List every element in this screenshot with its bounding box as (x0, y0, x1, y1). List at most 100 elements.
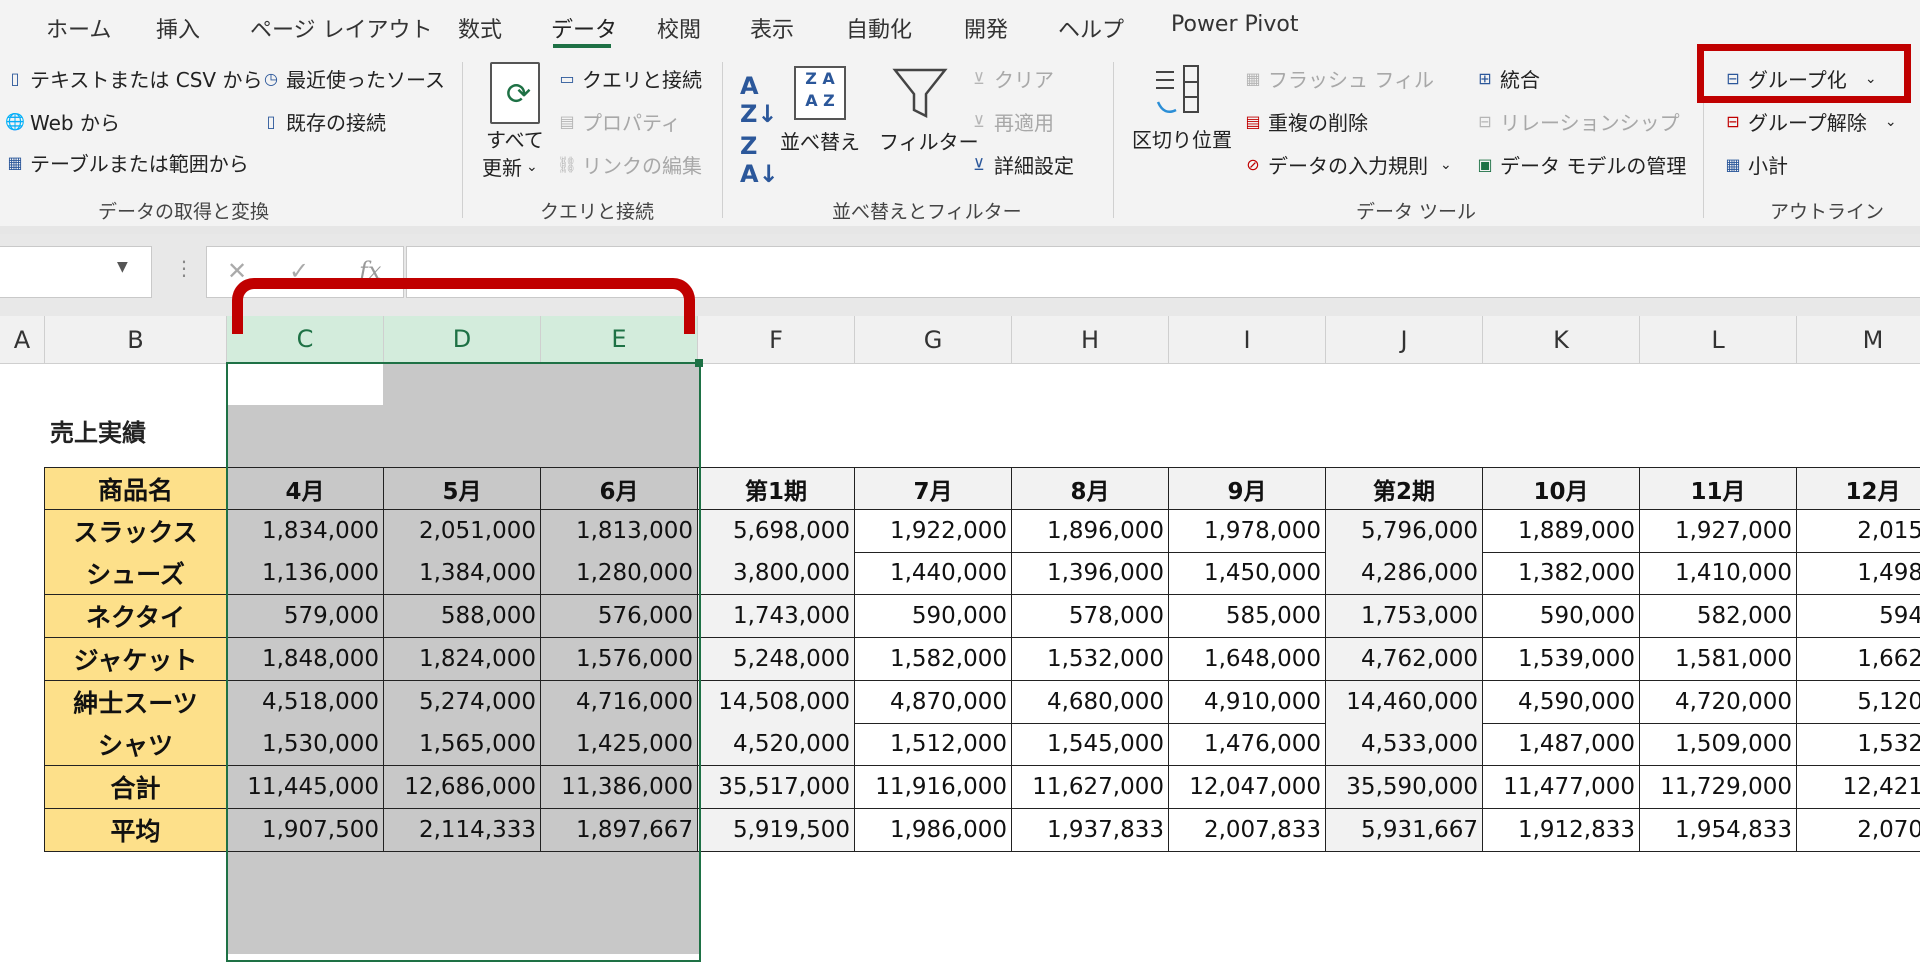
table-cell[interactable]: 11,627,000 (1012, 765, 1169, 809)
table-cell[interactable]: 1,545,000 (1012, 723, 1169, 767)
table-cell[interactable]: 5,796,000 (1326, 509, 1483, 553)
row-label-cell[interactable]: シューズ (44, 552, 227, 596)
table-cell[interactable]: 14,460,000 (1326, 680, 1483, 724)
table-cell[interactable]: 5,698,000 (698, 509, 855, 553)
table-cell[interactable]: 11,477,000 (1483, 765, 1640, 809)
table-cell[interactable]: 2,015,0 (1797, 510, 1920, 553)
from-text-csv-button[interactable]: ▯ テキストまたは CSV から (4, 64, 263, 93)
consolidate-button[interactable]: ⊞ 統合 (1474, 64, 1540, 93)
table-cell[interactable]: 4,286,000 (1326, 552, 1483, 596)
name-box[interactable]: ▼ (0, 246, 152, 298)
table-cell[interactable]: 1,648,000 (1169, 637, 1326, 681)
edit-links-button[interactable]: ⛓ リンクの編集 (556, 150, 702, 179)
remove-duplicates-button[interactable]: ▤ 重複の削除 (1242, 107, 1368, 136)
row-label-cell[interactable]: ネクタイ (44, 595, 227, 639)
table-cell[interactable]: 5,248,000 (698, 637, 855, 681)
tab-view[interactable]: 表示 (750, 12, 794, 44)
column-header-j[interactable]: J (1326, 316, 1483, 364)
table-cell[interactable]: 4,520,000 (698, 723, 855, 767)
tab-insert[interactable]: 挿入 (156, 12, 200, 44)
table-cell[interactable]: 1,450,000 (1169, 552, 1326, 596)
tab-page-layout[interactable]: ページ レイアウト (250, 12, 433, 44)
refresh-all-dropdown[interactable]: 更新 ⌄ (482, 152, 538, 181)
table-cell[interactable]: 4,590,000 (1483, 680, 1640, 724)
column-header-k[interactable]: K (1483, 316, 1640, 364)
column-header-f[interactable]: F (698, 316, 855, 364)
tab-home[interactable]: ホーム (46, 12, 111, 44)
table-cell[interactable]: 1,937,833 (1012, 808, 1169, 852)
table-header-cell[interactable]: 11月 (1640, 467, 1797, 510)
table-cell[interactable]: 1,912,833 (1483, 808, 1640, 852)
table-cell[interactable]: 1,662,0 (1797, 638, 1920, 681)
refresh-all-icon[interactable]: ⟳ (490, 62, 540, 124)
sort-button[interactable]: 並べ替え (780, 126, 860, 155)
table-cell[interactable]: 1,440,000 (855, 552, 1012, 596)
manage-data-model-button[interactable]: ▣ データ モデルの管理 (1474, 150, 1686, 179)
data-validation-button[interactable]: ⊘ データの入力規則 ⌄ (1242, 150, 1451, 179)
table-cell[interactable]: 35,517,000 (698, 765, 855, 809)
table-cell[interactable]: 5,120,0 (1797, 681, 1920, 724)
table-header-cell[interactable]: 第1期 (698, 467, 855, 510)
table-cell[interactable]: 1,954,833 (1640, 808, 1797, 852)
table-cell[interactable]: 2,007,833 (1169, 808, 1326, 852)
table-cell[interactable]: 5,931,667 (1326, 808, 1483, 852)
table-cell[interactable]: 1,986,000 (855, 808, 1012, 852)
table-cell[interactable]: 1,581,000 (1640, 637, 1797, 681)
sort-ascending-icon[interactable]: A Z↓ (740, 72, 778, 128)
table-cell[interactable]: 578,000 (1012, 595, 1169, 639)
column-header-m[interactable]: M (1797, 316, 1920, 364)
table-cell[interactable]: 1,410,000 (1640, 552, 1797, 596)
from-web-button[interactable]: 🌐 Web から (4, 107, 120, 136)
table-cell[interactable]: 1,532,0 (1797, 723, 1920, 767)
tab-data[interactable]: データ (551, 12, 617, 44)
row-label-cell[interactable]: ジャケット (44, 637, 227, 681)
column-header-i[interactable]: I (1169, 316, 1326, 364)
text-to-columns-button[interactable]: 区切り位置 (1132, 124, 1232, 153)
column-header-g[interactable]: G (855, 316, 1012, 364)
table-cell[interactable]: 1,476,000 (1169, 723, 1326, 767)
row-label-cell[interactable]: スラックス (44, 509, 227, 553)
table-cell[interactable]: 14,508,000 (698, 680, 855, 724)
table-header-cell[interactable]: 商品名 (44, 467, 227, 510)
table-cell[interactable]: 4,910,000 (1169, 680, 1326, 724)
table-header-cell[interactable]: 8月 (1012, 467, 1169, 510)
subtotal-button[interactable]: ▦ 小計 (1722, 150, 1788, 179)
tab-formulas[interactable]: 数式 (458, 12, 502, 44)
from-table-range-button[interactable]: ▦ テーブルまたは範囲から (4, 148, 248, 177)
row-label-cell[interactable]: 紳士スーツ (44, 680, 227, 724)
table-cell[interactable]: 1,382,000 (1483, 552, 1640, 596)
tab-help[interactable]: ヘルプ (1058, 12, 1124, 44)
table-cell[interactable]: 3,800,000 (698, 552, 855, 596)
table-cell[interactable]: 1,532,000 (1012, 637, 1169, 681)
table-cell[interactable]: 590,000 (1483, 595, 1640, 639)
ungroup-button[interactable]: ⊟ グループ解除 ⌄ (1722, 107, 1896, 136)
column-header-l[interactable]: L (1640, 316, 1797, 364)
tab-review[interactable]: 校閲 (657, 12, 701, 44)
advanced-filter-button[interactable]: ⊻ 詳細設定 (968, 150, 1074, 179)
column-header-b[interactable]: B (45, 316, 227, 364)
table-cell[interactable]: 1,927,000 (1640, 509, 1797, 553)
table-cell[interactable]: 5,919,500 (698, 808, 855, 852)
flash-fill-button[interactable]: ▦ フラッシュ フィル (1242, 64, 1434, 93)
table-cell[interactable]: 35,590,000 (1326, 765, 1483, 809)
table-cell[interactable]: 1,889,000 (1483, 509, 1640, 553)
table-cell[interactable]: 2,070,1 (1797, 809, 1920, 852)
table-cell[interactable]: 12,421,0 (1797, 766, 1920, 809)
sheet-title[interactable]: 売上実績 (50, 413, 146, 448)
fill-handle[interactable] (695, 359, 703, 367)
table-cell[interactable]: 1,896,000 (1012, 509, 1169, 553)
table-header-cell[interactable]: 10月 (1483, 467, 1640, 510)
table-cell[interactable]: 1,922,000 (855, 509, 1012, 553)
table-cell[interactable]: 1,487,000 (1483, 723, 1640, 767)
recent-sources-button[interactable]: ◷ 最近使ったソース (260, 64, 445, 93)
tab-developer[interactable]: 開発 (964, 12, 1008, 44)
clear-button[interactable]: ⊻ クリア (968, 64, 1054, 93)
table-cell[interactable]: 594,0 (1797, 595, 1920, 639)
properties-button[interactable]: ▤ プロパティ (556, 107, 680, 136)
tab-power-pivot[interactable]: Power Pivot (1171, 12, 1299, 37)
column-header-a[interactable]: A (0, 316, 45, 364)
column-header-h[interactable]: H (1012, 316, 1169, 364)
table-cell[interactable]: 12,047,000 (1169, 765, 1326, 809)
table-header-cell[interactable]: 7月 (855, 467, 1012, 510)
table-cell[interactable]: 1,753,000 (1326, 595, 1483, 639)
